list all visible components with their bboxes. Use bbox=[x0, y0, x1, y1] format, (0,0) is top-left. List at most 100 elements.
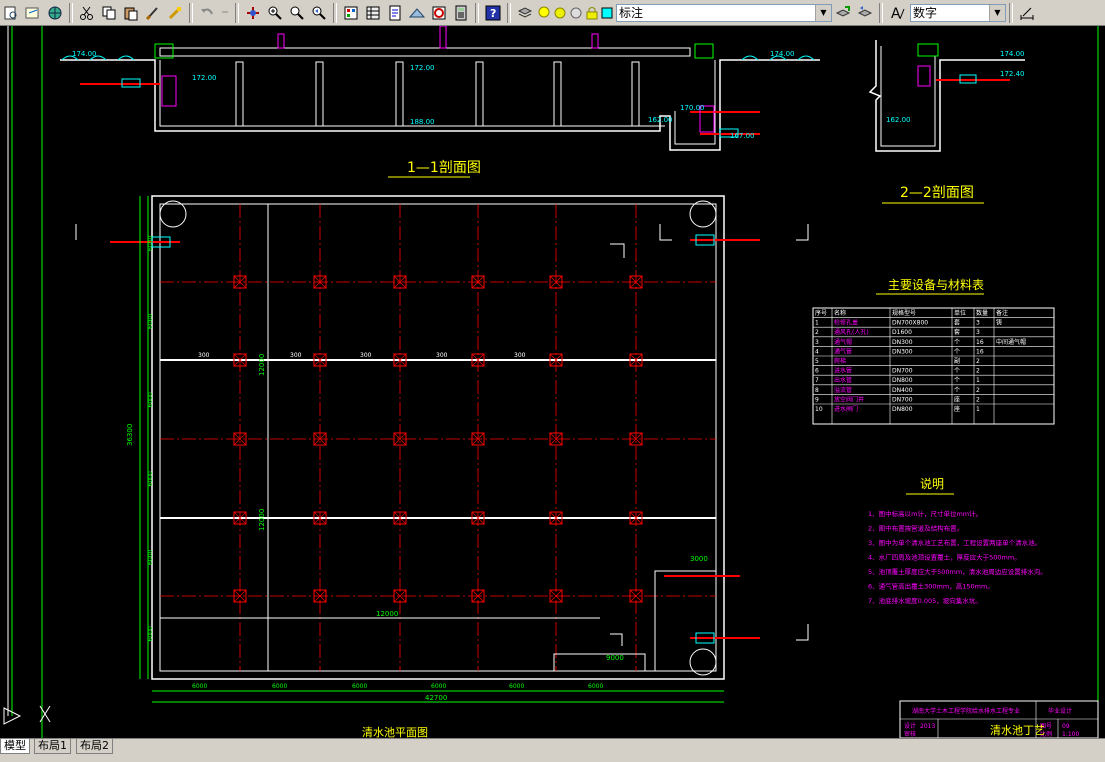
zoom-previous-icon[interactable] bbox=[308, 2, 330, 24]
dimension-label: 3000 bbox=[690, 555, 708, 563]
plan-title: 清水池平面图 bbox=[362, 726, 428, 738]
table-cell: 中间通气帽 bbox=[996, 338, 1026, 346]
elevation-label: 172.00 bbox=[192, 74, 217, 82]
copy-icon[interactable] bbox=[98, 2, 120, 24]
layer-manager-icon[interactable] bbox=[514, 2, 536, 24]
pan-icon[interactable] bbox=[242, 2, 264, 24]
tool-palettes-icon[interactable] bbox=[384, 2, 406, 24]
note-line: 6、通气管高出覆土300mm，高150mm。 bbox=[868, 582, 994, 591]
undo-icon[interactable] bbox=[196, 2, 218, 24]
toolbar-separator bbox=[189, 2, 193, 23]
text-style-combo-value: 数字 bbox=[913, 6, 938, 20]
tab-model[interactable]: 模型 bbox=[0, 739, 30, 754]
table-cell: 个 bbox=[954, 387, 960, 394]
table-cell: 1 bbox=[815, 320, 819, 327]
make-current-layer-icon[interactable] bbox=[832, 2, 854, 24]
zoom-window-icon[interactable] bbox=[286, 2, 308, 24]
tab-layout2[interactable]: 布局2 bbox=[76, 739, 113, 754]
bay-dimension: 6000 bbox=[192, 683, 207, 690]
print-preview-icon[interactable] bbox=[0, 2, 22, 24]
title-block-cell: 审核 bbox=[904, 730, 916, 738]
pipe-size-label: 300 bbox=[514, 352, 526, 359]
freeze-icon[interactable] bbox=[568, 2, 584, 24]
equipment-table-title: 主要设备与材料表 bbox=[888, 278, 984, 292]
elevation-label: 162.00 bbox=[886, 116, 911, 124]
text-style-icon[interactable]: A bbox=[886, 2, 908, 24]
chevron-down-icon[interactable]: ▼ bbox=[989, 4, 1005, 21]
toolbar-separator bbox=[1009, 2, 1013, 23]
calculator-icon[interactable] bbox=[450, 2, 472, 24]
pipe-size-label: 300 bbox=[198, 352, 210, 359]
properties-icon[interactable] bbox=[340, 2, 362, 24]
brush-icon[interactable] bbox=[142, 2, 164, 24]
tab-layout1[interactable]: 布局1 bbox=[34, 739, 71, 754]
table-cell: 16 bbox=[976, 348, 984, 355]
globe-icon[interactable] bbox=[44, 2, 66, 24]
table-cell: 检修孔盖 bbox=[834, 319, 858, 327]
table-cell: DN700 bbox=[892, 396, 913, 403]
bay-dimension: 6000 bbox=[509, 683, 524, 690]
design-center-icon[interactable] bbox=[362, 2, 384, 24]
svg-text:A: A bbox=[891, 6, 901, 21]
elevation-label: 174.00 bbox=[72, 50, 97, 58]
table-cell: 8 bbox=[815, 387, 819, 394]
lock-icon[interactable] bbox=[584, 2, 600, 24]
table-cell: 备注 bbox=[996, 309, 1008, 317]
table-cell: DN400 bbox=[892, 387, 913, 394]
layer-color-swatch-icon bbox=[600, 2, 614, 24]
note-line: 3、图中为单个清水池工艺布置，工程设置两座单个清水池。 bbox=[868, 538, 1041, 547]
table-cell: 个 bbox=[954, 339, 960, 346]
toolbar-separator bbox=[475, 2, 479, 23]
note-line: 5、池顶覆土厚度应大于500mm，清水池周边应设置排水沟。 bbox=[868, 567, 1047, 576]
table-cell: 爬梯 bbox=[834, 357, 846, 365]
table-cell: DN800 bbox=[892, 377, 913, 384]
pipe-size-label: 300 bbox=[360, 352, 372, 359]
dimension-style-icon[interactable] bbox=[1016, 2, 1038, 24]
layer-combo[interactable]: 标注 ▼ bbox=[616, 3, 832, 22]
zoom-realtime-icon[interactable] bbox=[264, 2, 286, 24]
toolbar-separator bbox=[333, 2, 337, 23]
table-cell: 2 bbox=[976, 396, 980, 403]
table-cell: 座 bbox=[954, 405, 960, 413]
table-cell: 2 bbox=[976, 358, 980, 365]
cut-icon[interactable] bbox=[76, 2, 98, 24]
table-cell: 3 bbox=[976, 320, 980, 327]
table-cell: 进水闸门 bbox=[834, 405, 858, 413]
note-line: 4、水厂四周及池顶设置覆土，厚度应大于500mm。 bbox=[868, 553, 1021, 562]
title-block-cell: 1:100 bbox=[1062, 731, 1079, 738]
table-cell: 规格型号 bbox=[892, 309, 916, 317]
table-cell: 1 bbox=[976, 406, 980, 413]
redo-icon[interactable] bbox=[218, 2, 232, 24]
table-cell: 9 bbox=[815, 396, 819, 403]
table-cell: 数量 bbox=[976, 309, 988, 317]
cad-drawing: 174.00 172.00 188.00 174.00 170.00 162.0… bbox=[3, 26, 1099, 738]
toolbar-separator bbox=[69, 2, 73, 23]
section-1-1-title: 1—1剖面图 bbox=[407, 160, 481, 176]
paste-icon[interactable] bbox=[120, 2, 142, 24]
table-cell: 10 bbox=[815, 406, 823, 413]
toolbar-separator bbox=[235, 2, 239, 23]
text-style-combo[interactable]: 数字 ▼ bbox=[910, 3, 1006, 22]
row-dimension: 6000 bbox=[147, 626, 154, 641]
drawing-canvas[interactable]: 174.00 172.00 188.00 174.00 170.00 162.0… bbox=[0, 26, 1105, 738]
section-2-2: 174.00 172.40 162.00 2—2剖面图 bbox=[868, 40, 1025, 204]
layer-previous-icon[interactable] bbox=[854, 2, 876, 24]
pipe-size-label: 300 bbox=[436, 352, 448, 359]
table-cell: 个 bbox=[954, 377, 960, 384]
chevron-down-icon[interactable]: ▼ bbox=[815, 4, 831, 21]
sun-icon[interactable] bbox=[552, 2, 568, 24]
title-block-cell: 09 bbox=[1062, 723, 1070, 730]
help-icon[interactable]: ? bbox=[482, 2, 504, 24]
table-cell: D1600 bbox=[892, 329, 912, 336]
pipe-size-label: 300 bbox=[290, 352, 302, 359]
markup-icon[interactable] bbox=[428, 2, 450, 24]
dimension-label: 12000 bbox=[376, 610, 398, 618]
elevation-label: 188.00 bbox=[410, 118, 435, 126]
title-block-cell: 2013 bbox=[920, 723, 935, 730]
sheet-name: 清水池丁艺 bbox=[990, 724, 1045, 737]
match-properties-icon[interactable] bbox=[164, 2, 186, 24]
sheet-set-icon[interactable] bbox=[406, 2, 428, 24]
table-cell: 1 bbox=[976, 377, 980, 384]
publish-icon[interactable] bbox=[22, 2, 44, 24]
lightbulb-icon[interactable] bbox=[536, 2, 552, 24]
